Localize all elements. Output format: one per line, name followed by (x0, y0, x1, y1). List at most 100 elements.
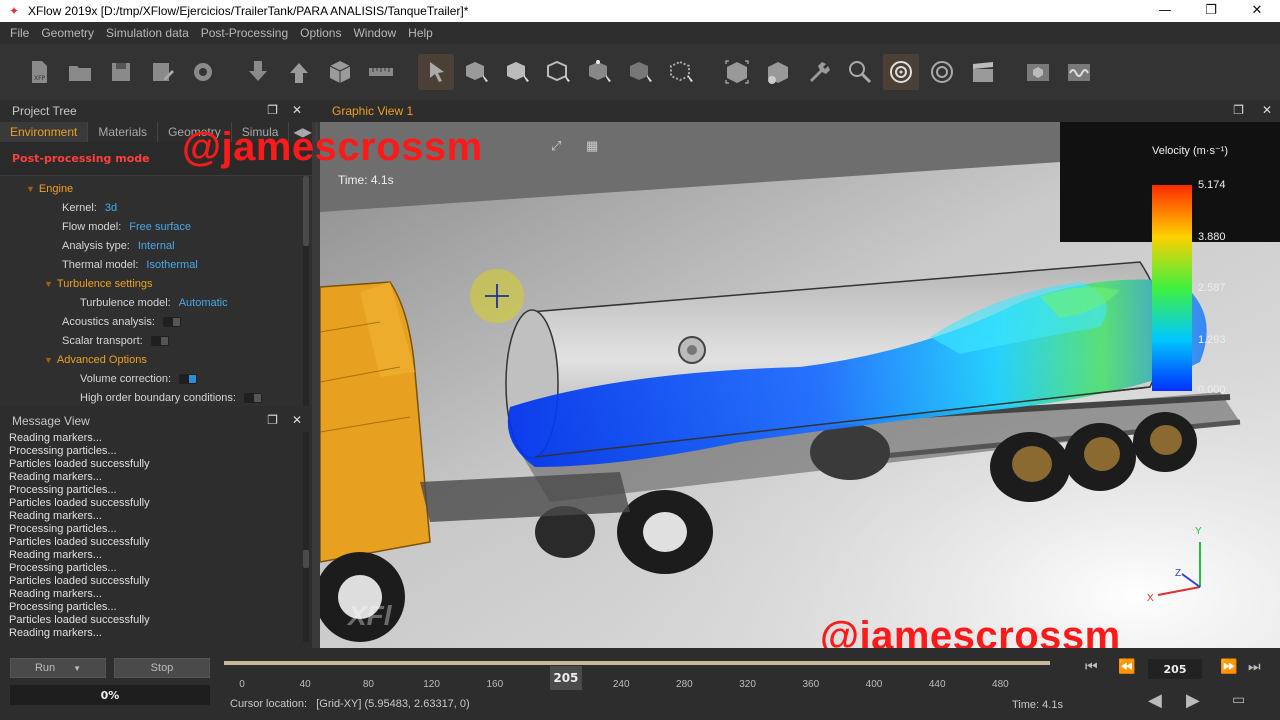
tree-row-volume-correction[interactable]: Volume correction: (80, 370, 198, 389)
select-part-icon[interactable] (623, 54, 659, 90)
log-line: Particles loaded successfully (9, 536, 150, 548)
menu-simulation-data[interactable]: Simulation data (106, 26, 189, 40)
first-frame-icon[interactable]: ⏮ (1085, 659, 1098, 675)
maximize-button[interactable]: ❐ (1188, 0, 1234, 22)
tree-row-advanced-options[interactable]: ▼ Advanced Options (44, 351, 147, 370)
close-window-button[interactable]: ✕ (1234, 0, 1280, 22)
last-frame-icon[interactable]: ⏭ (1248, 659, 1261, 675)
message-view-header: Message View ❐ ✕ (0, 410, 312, 432)
export-icon[interactable] (281, 54, 317, 90)
tab-materials[interactable]: Materials (88, 122, 159, 142)
undock-icon[interactable]: ❐ (267, 103, 278, 117)
timeline-tick-label: 280 (676, 679, 693, 690)
tree-row-scalar-transport[interactable]: Scalar transport: (62, 332, 169, 351)
probe-surface-icon[interactable] (924, 54, 960, 90)
tree-row-high-order-bc[interactable]: High order boundary conditions: (80, 389, 262, 406)
menu-help[interactable]: Help (408, 26, 433, 40)
select-solid-icon[interactable] (459, 54, 495, 90)
left-panel: Project Tree ❐ ✕ Environment Materials G… (0, 100, 317, 660)
select-mesh-icon[interactable] (664, 54, 700, 90)
select-face-icon[interactable] (500, 54, 536, 90)
timeline-track[interactable] (224, 661, 1050, 665)
save-as-icon[interactable] (144, 54, 180, 90)
xflow-watermark-logo: XFl (348, 600, 392, 631)
legend-value-max: 5.174 (1198, 179, 1226, 191)
pin-view-icon[interactable]: ⤢ (551, 138, 561, 154)
select-arrow-icon[interactable] (417, 54, 454, 90)
save-icon[interactable] (103, 54, 139, 90)
previous-frame-icon[interactable]: ⏪ (1118, 659, 1135, 675)
expand-triangle-icon[interactable]: ▼ (26, 184, 35, 194)
status-time: Time: 4.1s (1012, 699, 1063, 711)
undock-icon[interactable]: ❐ (267, 413, 278, 427)
minimize-button[interactable]: — (1142, 0, 1188, 22)
tree-row-thermal-model[interactable]: Thermal model: Isothermal (62, 256, 198, 275)
play-forward-icon[interactable]: ▶ (1186, 690, 1200, 711)
new-file-icon[interactable]: XFP (21, 54, 57, 90)
play-backward-icon[interactable]: ◀ (1148, 690, 1162, 711)
stop-button[interactable]: Stop (114, 658, 210, 678)
wave-icon[interactable] (1061, 54, 1097, 90)
high-order-bc-toggle[interactable] (243, 393, 262, 404)
legend-title: Velocity (m·s⁻¹) (1152, 145, 1229, 157)
open-folder-icon[interactable] (62, 54, 98, 90)
menu-file[interactable]: File (10, 26, 29, 40)
scalar-transport-toggle[interactable] (150, 336, 169, 347)
tree-row-analysis-type[interactable]: Analysis type: Internal (62, 237, 175, 256)
run-dropdown-button[interactable]: Run ▼ (10, 658, 106, 678)
log-scrollbar[interactable] (303, 432, 309, 642)
select-vertex-icon[interactable] (582, 54, 618, 90)
timeline-tick-label: 320 (739, 679, 756, 690)
tree-row-flow-model[interactable]: Flow model: Free surface (62, 218, 191, 237)
settings-gear-icon[interactable] (185, 54, 221, 90)
close-panel-icon[interactable]: ✕ (292, 413, 302, 427)
tree-row-kernel[interactable]: Kernel: 3d (62, 199, 117, 218)
graphic-viewport[interactable]: ⤢ ▦ Time: 4.1s Velocity (m·s⁻¹) 5.174 3.… (320, 122, 1280, 648)
volume-correction-toggle[interactable] (179, 374, 198, 385)
timeline-tick-label: 440 (928, 679, 946, 690)
graphic-view-title[interactable]: Graphic View 1 (332, 104, 413, 118)
timeline-tick-label: 480 (992, 679, 1009, 690)
tree-scrollbar[interactable] (303, 176, 309, 406)
bounding-box-icon[interactable] (719, 54, 755, 90)
tree-row-acoustics-analysis[interactable]: Acoustics analysis: (62, 313, 181, 332)
axis-y-label: Y (1195, 526, 1202, 537)
close-view-icon[interactable]: ✕ (1262, 103, 1272, 117)
probe-point-icon[interactable] (882, 54, 919, 90)
frame-number-input[interactable]: 205 (1148, 659, 1202, 679)
clapper-icon[interactable] (965, 54, 1001, 90)
simulation-scene (320, 122, 1280, 648)
menu-post-processing[interactable]: Post-Processing (201, 26, 288, 40)
timeline-tick-label: 400 (865, 679, 883, 690)
next-frame-icon[interactable]: ⏩ (1220, 659, 1237, 675)
loop-icon[interactable]: ▭ (1232, 692, 1245, 708)
expand-triangle-icon[interactable]: ▼ (44, 279, 53, 289)
remove-part-icon[interactable] (760, 54, 796, 90)
timeline-slider[interactable]: 0 40 80 120 160 240 280 320 360 400 440 480 205 (224, 658, 1072, 692)
tools-wrench-icon[interactable] (801, 54, 837, 90)
close-panel-icon[interactable]: ✕ (292, 103, 302, 117)
grid-view-icon[interactable]: ▦ (586, 138, 598, 154)
select-edge-icon[interactable] (541, 54, 577, 90)
tree-row-turbulence-settings[interactable]: ▼ Turbulence settings (44, 275, 153, 294)
log-line: Processing particles... (9, 484, 117, 496)
expand-triangle-icon[interactable]: ▼ (44, 355, 53, 365)
timeline-current-frame[interactable]: 205 (549, 666, 582, 690)
timeline-tick-label: 240 (612, 679, 630, 690)
tree-row-turbulence-model[interactable]: Turbulence model: Automatic (80, 294, 228, 313)
ruler-icon[interactable] (363, 54, 399, 90)
box-view-icon[interactable] (1020, 54, 1056, 90)
undock-icon[interactable]: ❐ (1233, 103, 1244, 117)
menu-window[interactable]: Window (353, 26, 396, 40)
import-icon[interactable] (240, 54, 276, 90)
main-toolbar: XFP (0, 44, 1280, 100)
menu-geometry[interactable]: Geometry (41, 26, 94, 40)
progress-bar: 0% (10, 685, 210, 705)
menu-options[interactable]: Options (300, 26, 341, 40)
acoustics-toggle[interactable] (162, 317, 181, 328)
zoom-region-icon[interactable] (842, 54, 878, 90)
tab-environment[interactable]: Environment (0, 122, 89, 142)
tree-row-engine[interactable]: ▼ Engine (26, 180, 73, 199)
cube-icon[interactable] (322, 54, 358, 90)
log-line: Processing particles... (9, 523, 117, 535)
